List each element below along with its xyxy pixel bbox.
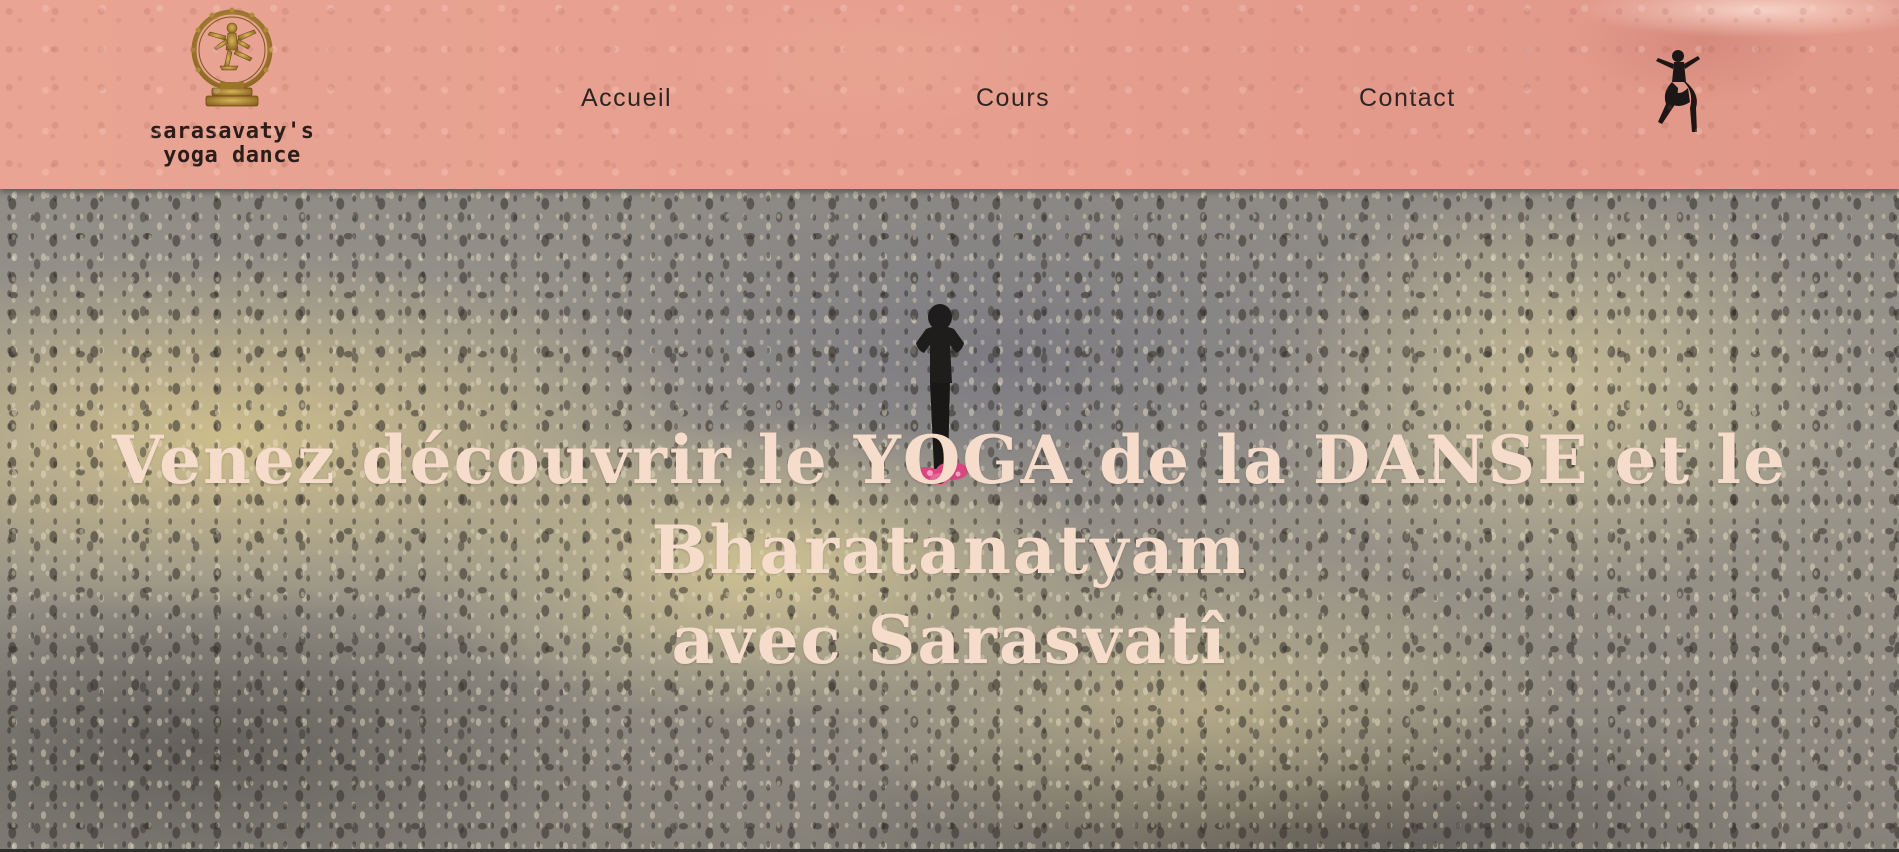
dancer-silhouette-icon[interactable] bbox=[1648, 48, 1706, 136]
nav-link-home[interactable]: Accueil bbox=[581, 84, 672, 113]
nav-link-courses[interactable]: Cours bbox=[976, 84, 1050, 113]
hero-headline-line-1: Venez découvrir le YOGA de la DANSE et l… bbox=[111, 421, 1788, 590]
logo-line-1: sarasavaty's bbox=[149, 119, 315, 144]
site-header: sarasavaty's yoga dance Accueil Cours Co… bbox=[0, 0, 1899, 189]
site-logo[interactable]: sarasavaty's yoga dance bbox=[138, 6, 326, 184]
hero-headline: Venez découvrir le YOGA de la DANSE et l… bbox=[0, 415, 1899, 685]
nav-link-contact[interactable]: Contact bbox=[1359, 84, 1456, 113]
hero-headline-line-2: avec Sarasvatî bbox=[671, 601, 1228, 680]
logo-line-2: yoga dance bbox=[163, 143, 301, 168]
nataraja-emblem-icon bbox=[190, 7, 274, 107]
logo-wordmark: sarasavaty's yoga dance bbox=[138, 120, 326, 168]
page: sarasavaty's yoga dance Accueil Cours Co… bbox=[0, 0, 1899, 852]
hero-section: Venez découvrir le YOGA de la DANSE et l… bbox=[0, 189, 1899, 849]
